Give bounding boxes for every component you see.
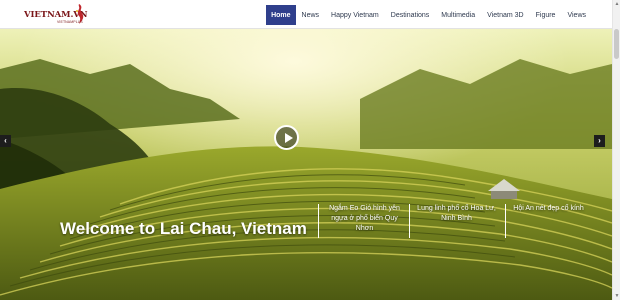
nav-item-figure[interactable]: Figure	[530, 5, 562, 25]
scroll-down-icon[interactable]: ▼	[614, 293, 620, 299]
hero-slider: ‹ › Welcome to Lai Chau, Vietnam Ngắm Eo…	[0, 29, 612, 300]
hero-title: Welcome to Lai Chau, Vietnam	[60, 219, 307, 238]
nav-item-destinations[interactable]: Destinations	[385, 5, 436, 25]
logo-tagline: VIETNAMPLUS	[57, 20, 83, 24]
nav-item-home[interactable]: Home	[266, 5, 296, 25]
chevron-left-icon: ‹	[4, 136, 7, 145]
nav-item-views[interactable]: Views	[561, 5, 592, 25]
hero-image	[0, 29, 612, 300]
page-scrollbar[interactable]: ▲ ▼	[612, 0, 620, 300]
story-link-quy-nhon[interactable]: Ngắm Eo Gió hình yên ngựa ở phố biển Quy…	[318, 204, 406, 238]
nav-item-happy-vietnam[interactable]: Happy Vietnam	[325, 5, 385, 25]
main-nav: Home News Happy Vietnam Destinations Mul…	[266, 5, 592, 25]
scroll-up-icon[interactable]: ▲	[614, 1, 620, 7]
slider-next-button[interactable]: ›	[594, 135, 605, 147]
nav-item-multimedia[interactable]: Multimedia	[435, 5, 481, 25]
story-link-hoi-an[interactable]: Hội An nét đẹp cổ kính	[505, 204, 587, 238]
slider-prev-button[interactable]: ‹	[0, 135, 11, 147]
nav-item-news[interactable]: News	[296, 5, 326, 25]
chevron-right-icon: ›	[598, 136, 601, 145]
play-video-button[interactable]	[274, 125, 299, 150]
scrollbar-thumb[interactable]	[614, 29, 619, 59]
nav-item-vietnam-3d[interactable]: Vietnam 3D	[481, 5, 529, 25]
story-link-hoa-lu[interactable]: Lung linh phố cổ Hoa Lư, Ninh Bình	[409, 204, 499, 238]
play-icon	[285, 133, 293, 143]
site-logo[interactable]: VIETNAM.VN VIETNAMPLUS	[24, 3, 114, 27]
site-header: VIETNAM.VN VIETNAMPLUS Home News Happy V…	[0, 0, 612, 29]
